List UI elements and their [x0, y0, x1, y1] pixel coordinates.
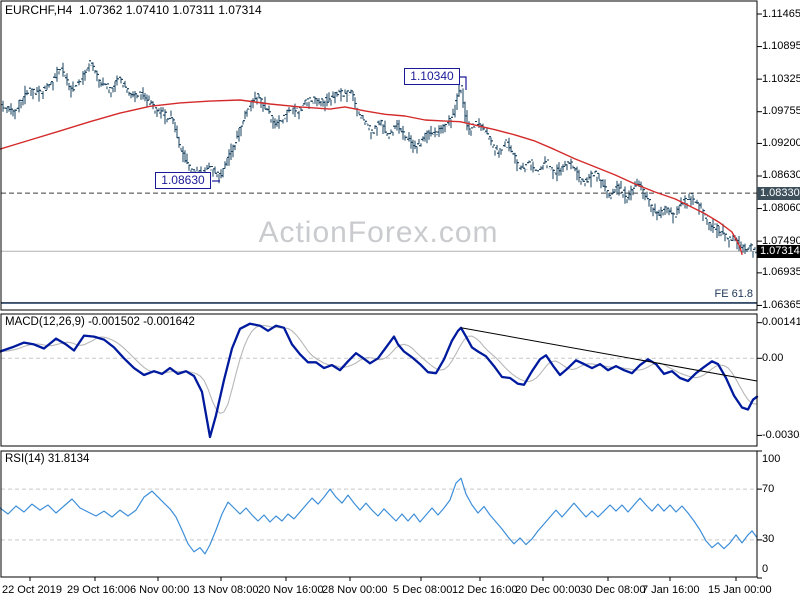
date-tick-label: 29 Oct 16:00 [67, 584, 130, 596]
macd-tick-label: 0.001411 [762, 316, 800, 328]
price-callout-high: 1.10340 [404, 68, 460, 85]
symbol-timeframe: EURCHF,H4 [5, 3, 73, 17]
watermark: ActionForex.com [258, 216, 499, 249]
fibonacci-extension-label: FE 61.8 [714, 288, 753, 300]
date-tick-label: 7 Jan 16:00 [642, 584, 700, 596]
date-tick-label: 6 Nov 00:00 [130, 584, 190, 596]
date-tick-label: 30 Dec 08:00 [580, 584, 646, 596]
price-tick-label: 1.08060 [762, 202, 800, 214]
price-callout-low: 1.08630 [155, 172, 211, 189]
date-tick-label: 5 Dec 08:00 [393, 584, 453, 596]
rsi-tick-label: 70 [762, 483, 775, 495]
forex-chart: EURCHF,H4 1.07362 1.07410 1.07311 1.0731… [0, 0, 800, 600]
date-tick-label: 13 Nov 08:00 [193, 584, 259, 596]
date-tick-label: 15 Jan 00:00 [708, 584, 772, 596]
rsi-tick-label: 0 [762, 563, 769, 575]
price-tick-label: 1.08630 [762, 169, 800, 181]
macd-label: MACD(12,26,9) -0.001502 -0.001642 [5, 316, 195, 328]
ohlc-quotes: 1.07362 1.07410 1.07311 1.07314 [79, 3, 262, 17]
price-tick-label: 1.07490 [762, 235, 800, 247]
chart-header: EURCHF,H4 1.07362 1.07410 1.07311 1.0731… [5, 3, 262, 17]
price-tick-label: 1.11465 [762, 8, 800, 20]
price-tick-label: 1.09200 [762, 137, 800, 149]
price-tick-label: 1.06365 [762, 299, 800, 311]
rsi-tick-label: 100 [762, 453, 781, 465]
rsi-tick-label: 30 [762, 533, 775, 545]
date-tick-label: 28 Nov 00:00 [322, 584, 388, 596]
rsi-label: RSI(14) 31.8134 [5, 453, 90, 465]
axis-badge-resistance: 1.08330 [757, 187, 800, 200]
date-tick-label: 20 Nov 16:00 [258, 584, 324, 596]
date-tick-label: 22 Oct 2019 [2, 584, 62, 596]
chart-canvas [0, 0, 762, 581]
price-tick-label: 1.10325 [762, 73, 800, 85]
macd-tick-label: -0.003055 [762, 429, 800, 441]
price-tick-label: 1.10895 [762, 40, 800, 52]
price-tick-label: 1.06935 [762, 266, 800, 278]
date-tick-label: 12 Dec 16:00 [452, 584, 518, 596]
price-tick-label: 1.09755 [762, 105, 800, 117]
macd-signal-line [0, 324, 757, 414]
date-tick-label: 20 Dec 00:00 [515, 584, 581, 596]
macd-tick-label: 0.00 [762, 352, 784, 364]
